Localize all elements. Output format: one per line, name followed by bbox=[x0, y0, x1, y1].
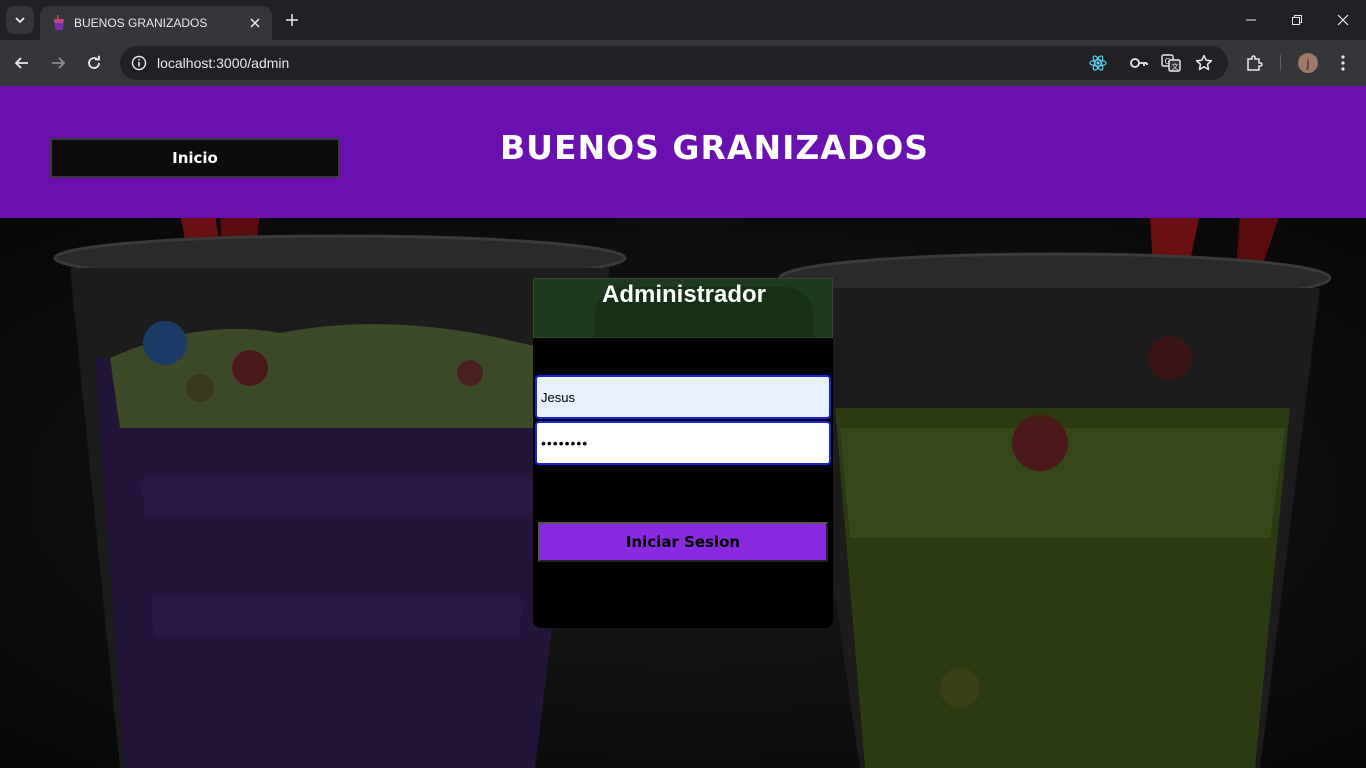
reload-button[interactable] bbox=[80, 49, 108, 77]
plus-icon bbox=[286, 14, 298, 26]
tab-close-button[interactable] bbox=[246, 14, 264, 32]
cup-favicon-icon bbox=[54, 15, 64, 30]
new-tab-button[interactable] bbox=[282, 10, 302, 30]
arrow-left-icon bbox=[14, 57, 28, 69]
username-input[interactable]: Jesus bbox=[535, 375, 831, 419]
minimize-icon bbox=[1246, 19, 1256, 21]
page-viewport: Inicio BUENOS GRANIZADOS Administrador J… bbox=[0, 86, 1366, 768]
restore-button[interactable] bbox=[1274, 0, 1320, 40]
toolbar-divider bbox=[1280, 55, 1281, 71]
translate-button[interactable]: G文 bbox=[1160, 52, 1182, 74]
star-icon bbox=[1195, 54, 1213, 71]
login-title: Administrador bbox=[601, 281, 766, 308]
login-card: Administrador Jesus •••••••• Iniciar Ses… bbox=[533, 278, 833, 628]
back-button[interactable] bbox=[8, 49, 36, 77]
tab-title: BUENOS GRANIZADOS bbox=[74, 16, 208, 30]
svg-text:文: 文 bbox=[1172, 62, 1179, 71]
site-header: Inicio BUENOS GRANIZADOS bbox=[0, 86, 1366, 218]
minimize-button[interactable] bbox=[1228, 0, 1274, 40]
key-icon bbox=[1130, 58, 1148, 68]
brand-title: BUENOS GRANIZADOS bbox=[500, 128, 930, 167]
browser-menu-button[interactable] bbox=[1331, 51, 1355, 75]
close-icon bbox=[250, 18, 260, 28]
password-manager-button[interactable] bbox=[1128, 52, 1150, 74]
react-devtools-button[interactable] bbox=[1087, 52, 1109, 74]
url-text: localhost:3000/admin bbox=[157, 55, 290, 71]
tab-strip: BUENOS GRANIZADOS bbox=[0, 0, 1366, 40]
forward-button[interactable] bbox=[44, 49, 72, 77]
login-card-header: Administrador bbox=[533, 278, 833, 338]
restore-icon bbox=[1292, 15, 1302, 25]
reload-icon bbox=[88, 55, 100, 69]
password-input[interactable]: •••••••• bbox=[535, 421, 831, 465]
address-bar[interactable]: localhost:3000/admin G文 bbox=[120, 46, 1228, 80]
login-submit-button[interactable]: Iniciar Sesion bbox=[538, 522, 828, 562]
react-devtools-icon bbox=[1089, 55, 1107, 71]
close-window-button[interactable] bbox=[1320, 0, 1366, 40]
puzzle-icon bbox=[1247, 55, 1263, 71]
chevron-down-icon bbox=[15, 17, 25, 24]
extensions-button[interactable] bbox=[1242, 51, 1266, 75]
active-tab[interactable]: BUENOS GRANIZADOS bbox=[40, 6, 272, 40]
translate-icon: G文 bbox=[1161, 54, 1181, 72]
kebab-menu-icon bbox=[1341, 55, 1345, 71]
browser-toolbar: localhost:3000/admin G文 j bbox=[0, 40, 1366, 86]
arrow-right-icon bbox=[52, 57, 66, 69]
close-icon bbox=[1337, 14, 1349, 26]
info-icon bbox=[131, 55, 147, 71]
tab-search-button[interactable] bbox=[6, 6, 34, 34]
site-info-button[interactable] bbox=[128, 52, 150, 74]
bookmark-button[interactable] bbox=[1193, 52, 1215, 74]
profile-avatar[interactable]: j bbox=[1298, 53, 1318, 73]
inicio-button[interactable]: Inicio bbox=[50, 138, 340, 178]
